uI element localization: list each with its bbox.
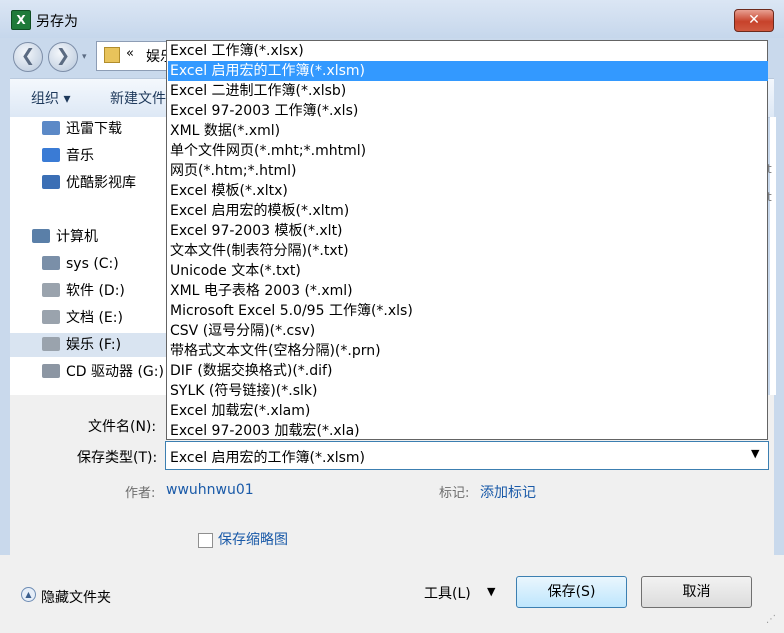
filetype-option[interactable]: XML 数据(*.xml)	[168, 121, 768, 141]
filetype-option[interactable]: Excel 97-2003 加载宏(*.xla)	[168, 421, 768, 441]
sidebar-item-label: 娱乐 (F:)	[66, 337, 122, 353]
filetype-option[interactable]: 带格式文本文件(空格分隔)(*.prn)	[168, 341, 768, 361]
sidebar-item-label: 迅雷下载	[66, 121, 122, 137]
filetype-dropdown-list: Excel 工作簿(*.xlsx) Excel 启用宏的工作簿(*.xlsm) Ex…	[166, 40, 768, 440]
filetype-option[interactable]: Excel 工作簿(*.xlsx)	[168, 41, 768, 61]
filetype-option[interactable]: DIF (数据交换格式)(*.dif)	[168, 361, 768, 381]
tools-button[interactable]: 工具(L)	[424, 583, 471, 603]
sidebar-item-label: CD 驱动器 (G:)	[66, 364, 164, 380]
sidebar-item-label: 优酷影视库	[66, 175, 136, 191]
system-drive-icon	[42, 256, 60, 270]
tools-dropdown-arrow-icon[interactable]: ▼	[487, 585, 495, 598]
filetype-option[interactable]: 网页(*.htm;*.html)	[168, 161, 768, 181]
folder-icon	[104, 47, 120, 63]
filetype-option[interactable]: Excel 启用宏的模板(*.xltm)	[168, 201, 768, 221]
sidebar-item[interactable]: CD 驱动器 (G:)	[42, 360, 164, 384]
filetype-option[interactable]: CSV (逗号分隔)(*.csv)	[168, 321, 768, 341]
recent-locations-dropdown[interactable]: ▾	[82, 52, 87, 62]
sidebar-item-label: 音乐	[66, 148, 94, 164]
sidebar-item[interactable]: 优酷影视库	[42, 171, 136, 195]
filetype-option[interactable]: Excel 模板(*.xltx)	[168, 181, 768, 201]
filetype-option[interactable]: Unicode 文本(*.txt)	[168, 261, 768, 281]
computer-icon	[32, 229, 50, 243]
filename-label: 文件名(N):	[88, 419, 157, 435]
resize-grip-icon[interactable]: ⋰	[766, 614, 776, 625]
filetype-option[interactable]: Microsoft Excel 5.0/95 工作簿(*.xls)	[168, 301, 768, 321]
music-icon	[42, 148, 60, 162]
sidebar-item[interactable]: 娱乐 (F:)	[42, 333, 121, 357]
sidebar-item-label: 软件 (D:)	[66, 283, 125, 299]
window-title: 另存为	[36, 14, 78, 30]
cd-drive-icon	[42, 364, 60, 378]
tags-label: 标记:	[439, 486, 470, 501]
sidebar-item[interactable]: 计算机	[32, 225, 98, 249]
filetype-option[interactable]: Excel 97-2003 工作簿(*.xls)	[168, 101, 768, 121]
excel-app-icon: X	[11, 10, 31, 30]
cancel-button[interactable]: 取消	[641, 576, 752, 608]
sidebar-item-label: 计算机	[56, 229, 98, 245]
filetype-option[interactable]: 单个文件网页(*.mht;*.mhtml)	[168, 141, 768, 161]
filetype-option[interactable]: Excel 启用宏的工作簿(*.xlsm)	[168, 61, 768, 81]
filetype-option[interactable]: Excel 加载宏(*.xlam)	[168, 401, 768, 421]
close-button[interactable]: ✕	[734, 9, 774, 32]
author-value[interactable]: wwuhnwu01	[166, 482, 254, 498]
sidebar-item[interactable]: 音乐	[42, 144, 94, 168]
download-icon	[42, 121, 60, 135]
filetype-option[interactable]: XML 电子表格 2003 (*.xml)	[168, 281, 768, 301]
filetype-option[interactable]: Excel 97-2003 模板(*.xlt)	[168, 221, 768, 241]
author-label: 作者:	[125, 486, 156, 501]
forward-button[interactable]: ❯	[48, 42, 78, 72]
save-thumbnail-checkbox[interactable]	[198, 533, 213, 548]
hide-folders-button[interactable]: 隐藏文件夹	[41, 587, 111, 607]
sidebar-item-label: 文档 (E:)	[66, 310, 123, 326]
breadcrumb-overflow[interactable]: «	[126, 46, 134, 61]
video-icon	[42, 175, 60, 189]
back-button[interactable]: ❮	[13, 42, 43, 72]
add-tags-link[interactable]: 添加标记	[480, 482, 536, 502]
drive-icon	[42, 337, 60, 351]
sidebar-item[interactable]: sys (C:)	[42, 252, 119, 276]
filetype-selected-value[interactable]: Excel 启用宏的工作簿(*.xlsm)	[170, 447, 365, 467]
collapse-icon[interactable]: ▲	[21, 587, 36, 602]
drive-icon	[42, 283, 60, 297]
filetype-option[interactable]: SYLK (符号链接)(*.slk)	[168, 381, 768, 401]
organize-button[interactable]: 组织 ▾	[31, 88, 70, 108]
filetype-option[interactable]: Excel 二进制工作簿(*.xlsb)	[168, 81, 768, 101]
save-thumbnail-label[interactable]: 保存缩略图	[218, 529, 288, 549]
filetype-option[interactable]: 文本文件(制表符分隔)(*.txt)	[168, 241, 768, 261]
sidebar-item[interactable]: 软件 (D:)	[42, 279, 125, 303]
title-bar	[0, 0, 784, 38]
sidebar-item[interactable]: 文档 (E:)	[42, 306, 123, 330]
save-button[interactable]: 保存(S)	[516, 576, 627, 608]
drive-icon	[42, 310, 60, 324]
file-list-pane	[770, 117, 776, 395]
sidebar-item-label: sys (C:)	[66, 256, 119, 272]
dropdown-arrow-icon[interactable]: ▼	[751, 447, 759, 460]
sidebar-item[interactable]: 迅雷下载	[42, 117, 122, 141]
filetype-label: 保存类型(T):	[77, 450, 158, 466]
